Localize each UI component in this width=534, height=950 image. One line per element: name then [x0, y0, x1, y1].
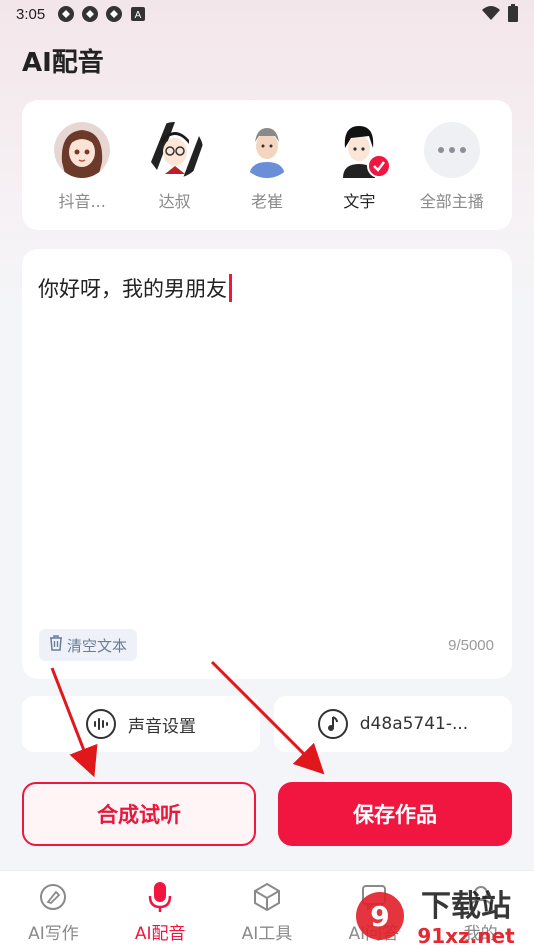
trash-icon [49, 635, 63, 655]
status-time: 3:05 [16, 5, 46, 23]
input-text: 你好呀，我的男朋友 [38, 277, 227, 301]
more-icon [423, 122, 480, 178]
text-caret [229, 274, 232, 302]
clear-text-label: 清空文本 [67, 636, 128, 655]
microphone-icon [144, 881, 176, 913]
watermark-text: 下载站 [421, 889, 511, 924]
background-music-button[interactable]: d48a5741-... [274, 696, 512, 752]
watermark-url: 91xz.net [417, 924, 515, 948]
voice-avatar [146, 122, 203, 178]
a-badge-icon: A [129, 5, 147, 23]
nav-label: AI工具 [241, 924, 293, 944]
page-title: AI配音 [22, 48, 104, 78]
status-bar: 3:05 A [0, 0, 534, 28]
clear-text-button[interactable]: 清空文本 [39, 629, 138, 661]
nav-ai-dubbing[interactable]: AI配音 [110, 881, 210, 944]
background-music-label: d48a5741-... [359, 714, 469, 734]
voice-settings-button[interactable]: 声音设置 [22, 696, 260, 752]
watermark-logo: 9 下载站 91xz.net [356, 889, 515, 948]
voice-label: 全部主播 [419, 192, 484, 211]
voice-avatar [54, 122, 111, 178]
voice-option-dashu[interactable]: 达叔 [135, 122, 215, 212]
wifi-icon [482, 6, 500, 24]
voice-option-laocui[interactable]: 老崔 [227, 122, 307, 212]
voice-label: 达叔 [158, 192, 191, 211]
sound-wave-icon [86, 709, 116, 739]
text-editor[interactable]: 你好呀，我的男朋友 清空文本 9/5000 [22, 249, 512, 679]
all-voices-button[interactable]: 全部主播 [412, 122, 492, 212]
notification-icon [81, 5, 99, 23]
voice-label: 老崔 [250, 192, 283, 211]
selected-check-icon [367, 154, 392, 178]
voice-option-douyin[interactable]: 抖音... [42, 122, 122, 212]
voice-label: 抖音... [58, 192, 106, 211]
nav-ai-tools[interactable]: AI工具 [217, 881, 317, 944]
voice-option-wenyu[interactable]: 文宇 [319, 122, 399, 212]
preview-button[interactable]: 合成试听 [22, 782, 256, 846]
notification-icon [105, 5, 123, 23]
voice-settings-label: 声音设置 [128, 716, 196, 737]
music-note-icon [317, 709, 348, 739]
voice-avatar [331, 122, 392, 178]
nav-ai-writing[interactable]: AI写作 [3, 881, 103, 944]
voice-avatar [238, 122, 295, 178]
notification-icon [57, 5, 75, 23]
battery-icon [508, 4, 518, 26]
svg-text:A: A [135, 10, 142, 21]
cube-icon [251, 881, 283, 913]
voice-selector: 抖音... 达叔 老崔 文宇 全部主播 [22, 100, 512, 230]
save-button[interactable]: 保存作品 [278, 782, 512, 846]
nav-label: AI写作 [28, 924, 79, 944]
nav-label: AI配音 [134, 924, 186, 944]
text-input[interactable]: 你好呀，我的男朋友 [38, 273, 232, 303]
voice-label: 文宇 [343, 192, 376, 211]
char-count: 9/5000 [448, 637, 494, 654]
pen-icon [37, 881, 69, 913]
site-watermark: 9 下载站 91xz.net [354, 880, 534, 950]
svg-text:9: 9 [370, 900, 389, 933]
